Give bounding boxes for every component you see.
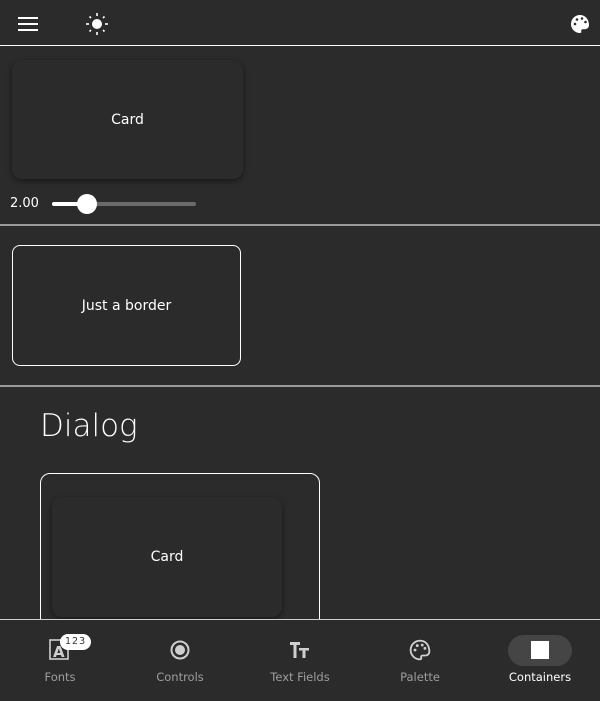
elevation-value: 2.00 — [10, 196, 39, 211]
bottom-navigation: A 123 Fonts Controls Text Fields Palette… — [0, 619, 600, 700]
elevation-slider[interactable] — [52, 194, 196, 214]
slider-thumb[interactable] — [76, 194, 97, 214]
nav-item-palette[interactable]: Palette — [360, 620, 480, 701]
square-icon — [524, 634, 556, 666]
badge: 123 — [60, 634, 92, 650]
top-app-bar — [0, 0, 600, 46]
palette-icon[interactable] — [567, 11, 593, 37]
nav-item-controls[interactable]: Controls — [120, 620, 240, 701]
card-label: Card — [150, 549, 184, 565]
nav-label: Text Fields — [270, 670, 330, 684]
text-fields-icon — [284, 634, 316, 666]
card-label: Card — [111, 111, 144, 128]
radio-button-icon — [164, 634, 196, 666]
nav-label: Containers — [508, 670, 572, 684]
nav-label: Controls — [156, 670, 204, 684]
nav-item-containers[interactable]: Containers — [480, 620, 600, 701]
nav-label: Fonts — [44, 670, 76, 684]
nav-item-text-fields[interactable]: Text Fields — [240, 620, 360, 701]
bordered-card: Just a border — [12, 245, 241, 366]
palette-icon — [404, 634, 436, 666]
nav-item-fonts[interactable]: A 123 Fonts — [0, 620, 120, 701]
divider — [0, 385, 600, 387]
menu-icon[interactable] — [14, 11, 42, 37]
card-label: Just a border — [81, 297, 172, 314]
section-title: Dialog — [40, 408, 138, 444]
dialog-card: Card — [52, 497, 282, 617]
divider — [0, 224, 600, 226]
brightness-icon[interactable] — [84, 11, 110, 37]
nav-label: Palette — [400, 670, 440, 684]
elevated-card: Card — [12, 60, 243, 179]
